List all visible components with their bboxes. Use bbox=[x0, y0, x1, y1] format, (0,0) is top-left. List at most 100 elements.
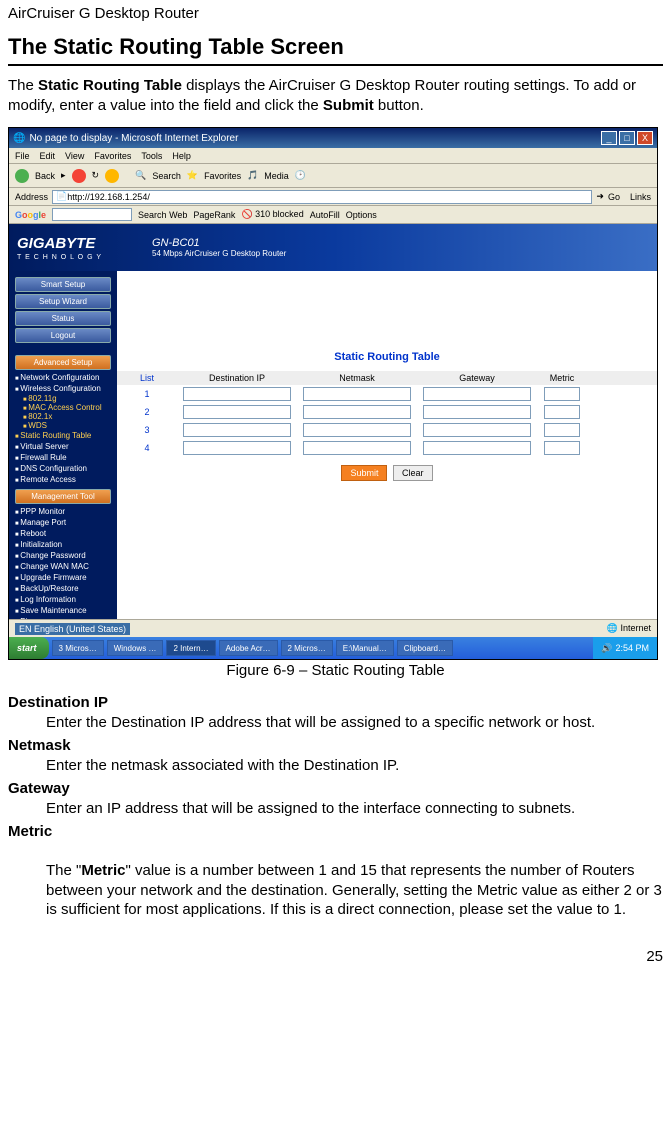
media-button[interactable]: Media bbox=[264, 171, 289, 181]
go-icon[interactable]: ➜ bbox=[596, 191, 604, 202]
sidebar-8021x[interactable]: 802.1x bbox=[9, 412, 117, 421]
ie-menubar: File Edit View Favorites Tools Help bbox=[9, 148, 657, 164]
sidebar-virtual-server[interactable]: Virtual Server bbox=[9, 441, 117, 452]
sidebar-setup-wizard[interactable]: Setup Wizard bbox=[15, 294, 111, 309]
refresh-icon[interactable]: ↻ bbox=[92, 170, 100, 181]
menu-view[interactable]: View bbox=[65, 151, 84, 161]
sidebar-change-wan-mac[interactable]: Change WAN MAC bbox=[9, 561, 117, 572]
metric-text: " value is a number between 1 and 15 tha… bbox=[46, 862, 662, 918]
dest-ip-input[interactable] bbox=[183, 441, 291, 455]
sidebar-80211g[interactable]: 802.11g bbox=[9, 394, 117, 403]
submit-button[interactable]: Submit bbox=[341, 465, 387, 481]
searchweb-button[interactable]: Search Web bbox=[138, 210, 187, 220]
start-button[interactable]: start bbox=[9, 637, 49, 659]
gateway-input[interactable] bbox=[423, 423, 531, 437]
embedded-screenshot: 🌐 No page to display - Microsoft Interne… bbox=[8, 127, 658, 660]
google-search-input[interactable] bbox=[52, 208, 132, 221]
google-logo[interactable]: Google bbox=[15, 210, 46, 220]
maximize-button[interactable]: □ bbox=[619, 131, 635, 145]
google-toolbar: Google Search Web PageRank 🚫 310 blocked… bbox=[9, 206, 657, 224]
sidebar-smart-setup[interactable]: Smart Setup bbox=[15, 277, 111, 292]
metric-input[interactable] bbox=[544, 441, 580, 455]
home-icon[interactable] bbox=[105, 169, 119, 183]
gateway-input[interactable] bbox=[423, 441, 531, 455]
sidebar-upgrade-firmware[interactable]: Upgrade Firmware bbox=[9, 572, 117, 583]
taskbar-item[interactable]: 2 Micros… bbox=[281, 640, 333, 656]
taskbar-item[interactable]: 3 Micros… bbox=[52, 640, 104, 656]
sidebar-remote-access[interactable]: Remote Access bbox=[9, 474, 117, 485]
blocked-indicator[interactable]: 🚫 310 blocked bbox=[241, 209, 303, 220]
sidebar-logout[interactable]: Logout bbox=[15, 328, 111, 343]
menu-tools[interactable]: Tools bbox=[141, 151, 162, 161]
taskbar-item[interactable]: 2 Intern… bbox=[166, 640, 215, 656]
favorites-icon[interactable]: ⭐ bbox=[187, 170, 198, 181]
sidebar-initialization[interactable]: Initialization bbox=[9, 539, 117, 550]
clear-button[interactable]: Clear bbox=[393, 465, 433, 481]
address-input[interactable]: 📄 http://192.168.1.254/ bbox=[52, 190, 592, 204]
media-icon[interactable]: 🎵 bbox=[247, 170, 258, 181]
history-icon[interactable]: 🕑 bbox=[295, 170, 306, 181]
sidebar-ppp-monitor[interactable]: PPP Monitor bbox=[9, 506, 117, 517]
autofill-button[interactable]: AutoFill bbox=[310, 210, 340, 220]
back-icon[interactable] bbox=[15, 169, 29, 183]
taskbar-item[interactable]: Windows … bbox=[107, 640, 164, 656]
tray-icon[interactable]: 🔊 bbox=[601, 643, 612, 654]
gateway-input[interactable] bbox=[423, 405, 531, 419]
links-label[interactable]: Links bbox=[630, 192, 651, 202]
col-dest: Destination IP bbox=[177, 371, 297, 385]
metric-input[interactable] bbox=[544, 387, 580, 401]
stop-icon[interactable] bbox=[72, 169, 86, 183]
forward-icon[interactable]: ▸ bbox=[61, 170, 66, 181]
sidebar-management-tool[interactable]: Management Tool bbox=[15, 489, 111, 504]
taskbar-item[interactable]: Clipboard… bbox=[397, 640, 453, 656]
pagerank-button[interactable]: PageRank bbox=[193, 210, 235, 220]
sidebar-firewall-rule[interactable]: Firewall Rule bbox=[9, 452, 117, 463]
taskbar-item[interactable]: Adobe Acr… bbox=[219, 640, 278, 656]
back-button[interactable]: Back bbox=[35, 171, 55, 181]
search-button[interactable]: Search bbox=[152, 171, 181, 181]
intro-bold-submit: Submit bbox=[323, 97, 374, 114]
intro-text: The bbox=[8, 77, 38, 94]
go-button[interactable]: Go bbox=[608, 192, 620, 202]
menu-help[interactable]: Help bbox=[172, 151, 191, 161]
sidebar-network-config[interactable]: Network Configuration bbox=[9, 372, 117, 383]
netmask-input[interactable] bbox=[303, 405, 411, 419]
options-button[interactable]: Options bbox=[346, 210, 377, 220]
sidebar-manage-port[interactable]: Manage Port bbox=[9, 517, 117, 528]
netmask-input[interactable] bbox=[303, 387, 411, 401]
sidebar-dns-config[interactable]: DNS Configuration bbox=[9, 463, 117, 474]
dest-ip-input[interactable] bbox=[183, 387, 291, 401]
netmask-input[interactable] bbox=[303, 441, 411, 455]
language-indicator[interactable]: EN English (United States) bbox=[15, 623, 130, 635]
sidebar-backup-restore[interactable]: BackUp/Restore bbox=[9, 583, 117, 594]
section-title: The Static Routing Table Screen bbox=[8, 34, 663, 66]
menu-favorites[interactable]: Favorites bbox=[94, 151, 131, 161]
sidebar-log-information[interactable]: Log Information bbox=[9, 594, 117, 605]
metric-input[interactable] bbox=[544, 423, 580, 437]
sidebar-mac-access[interactable]: MAC Access Control bbox=[9, 403, 117, 412]
page-number: 25 bbox=[8, 948, 663, 965]
search-icon[interactable]: 🔍 bbox=[135, 170, 146, 181]
col-metric: Metric bbox=[537, 371, 587, 385]
sidebar-static-routing[interactable]: Static Routing Table bbox=[9, 430, 117, 441]
minimize-button[interactable]: _ bbox=[601, 131, 617, 145]
netmask-input[interactable] bbox=[303, 423, 411, 437]
menu-edit[interactable]: Edit bbox=[40, 151, 56, 161]
sidebar-advanced-setup[interactable]: Advanced Setup bbox=[15, 355, 111, 370]
taskbar-item[interactable]: E:\Manual… bbox=[336, 640, 394, 656]
sidebar-wds[interactable]: WDS bbox=[9, 421, 117, 430]
sidebar-status[interactable]: Status bbox=[15, 311, 111, 326]
address-value: http://192.168.1.254/ bbox=[67, 192, 150, 202]
gateway-input[interactable] bbox=[423, 387, 531, 401]
menu-file[interactable]: File bbox=[15, 151, 30, 161]
dest-ip-input[interactable] bbox=[183, 405, 291, 419]
sidebar-change-password[interactable]: Change Password bbox=[9, 550, 117, 561]
sidebar-save-maintenance[interactable]: Save Maintenance bbox=[9, 605, 117, 616]
system-tray[interactable]: 🔊 2:54 PM bbox=[593, 637, 657, 659]
dest-ip-input[interactable] bbox=[183, 423, 291, 437]
close-button[interactable]: X bbox=[637, 131, 653, 145]
favorites-button[interactable]: Favorites bbox=[204, 171, 241, 181]
sidebar-reboot[interactable]: Reboot bbox=[9, 528, 117, 539]
metric-input[interactable] bbox=[544, 405, 580, 419]
sidebar-wireless-config[interactable]: Wireless Configuration bbox=[9, 383, 117, 394]
